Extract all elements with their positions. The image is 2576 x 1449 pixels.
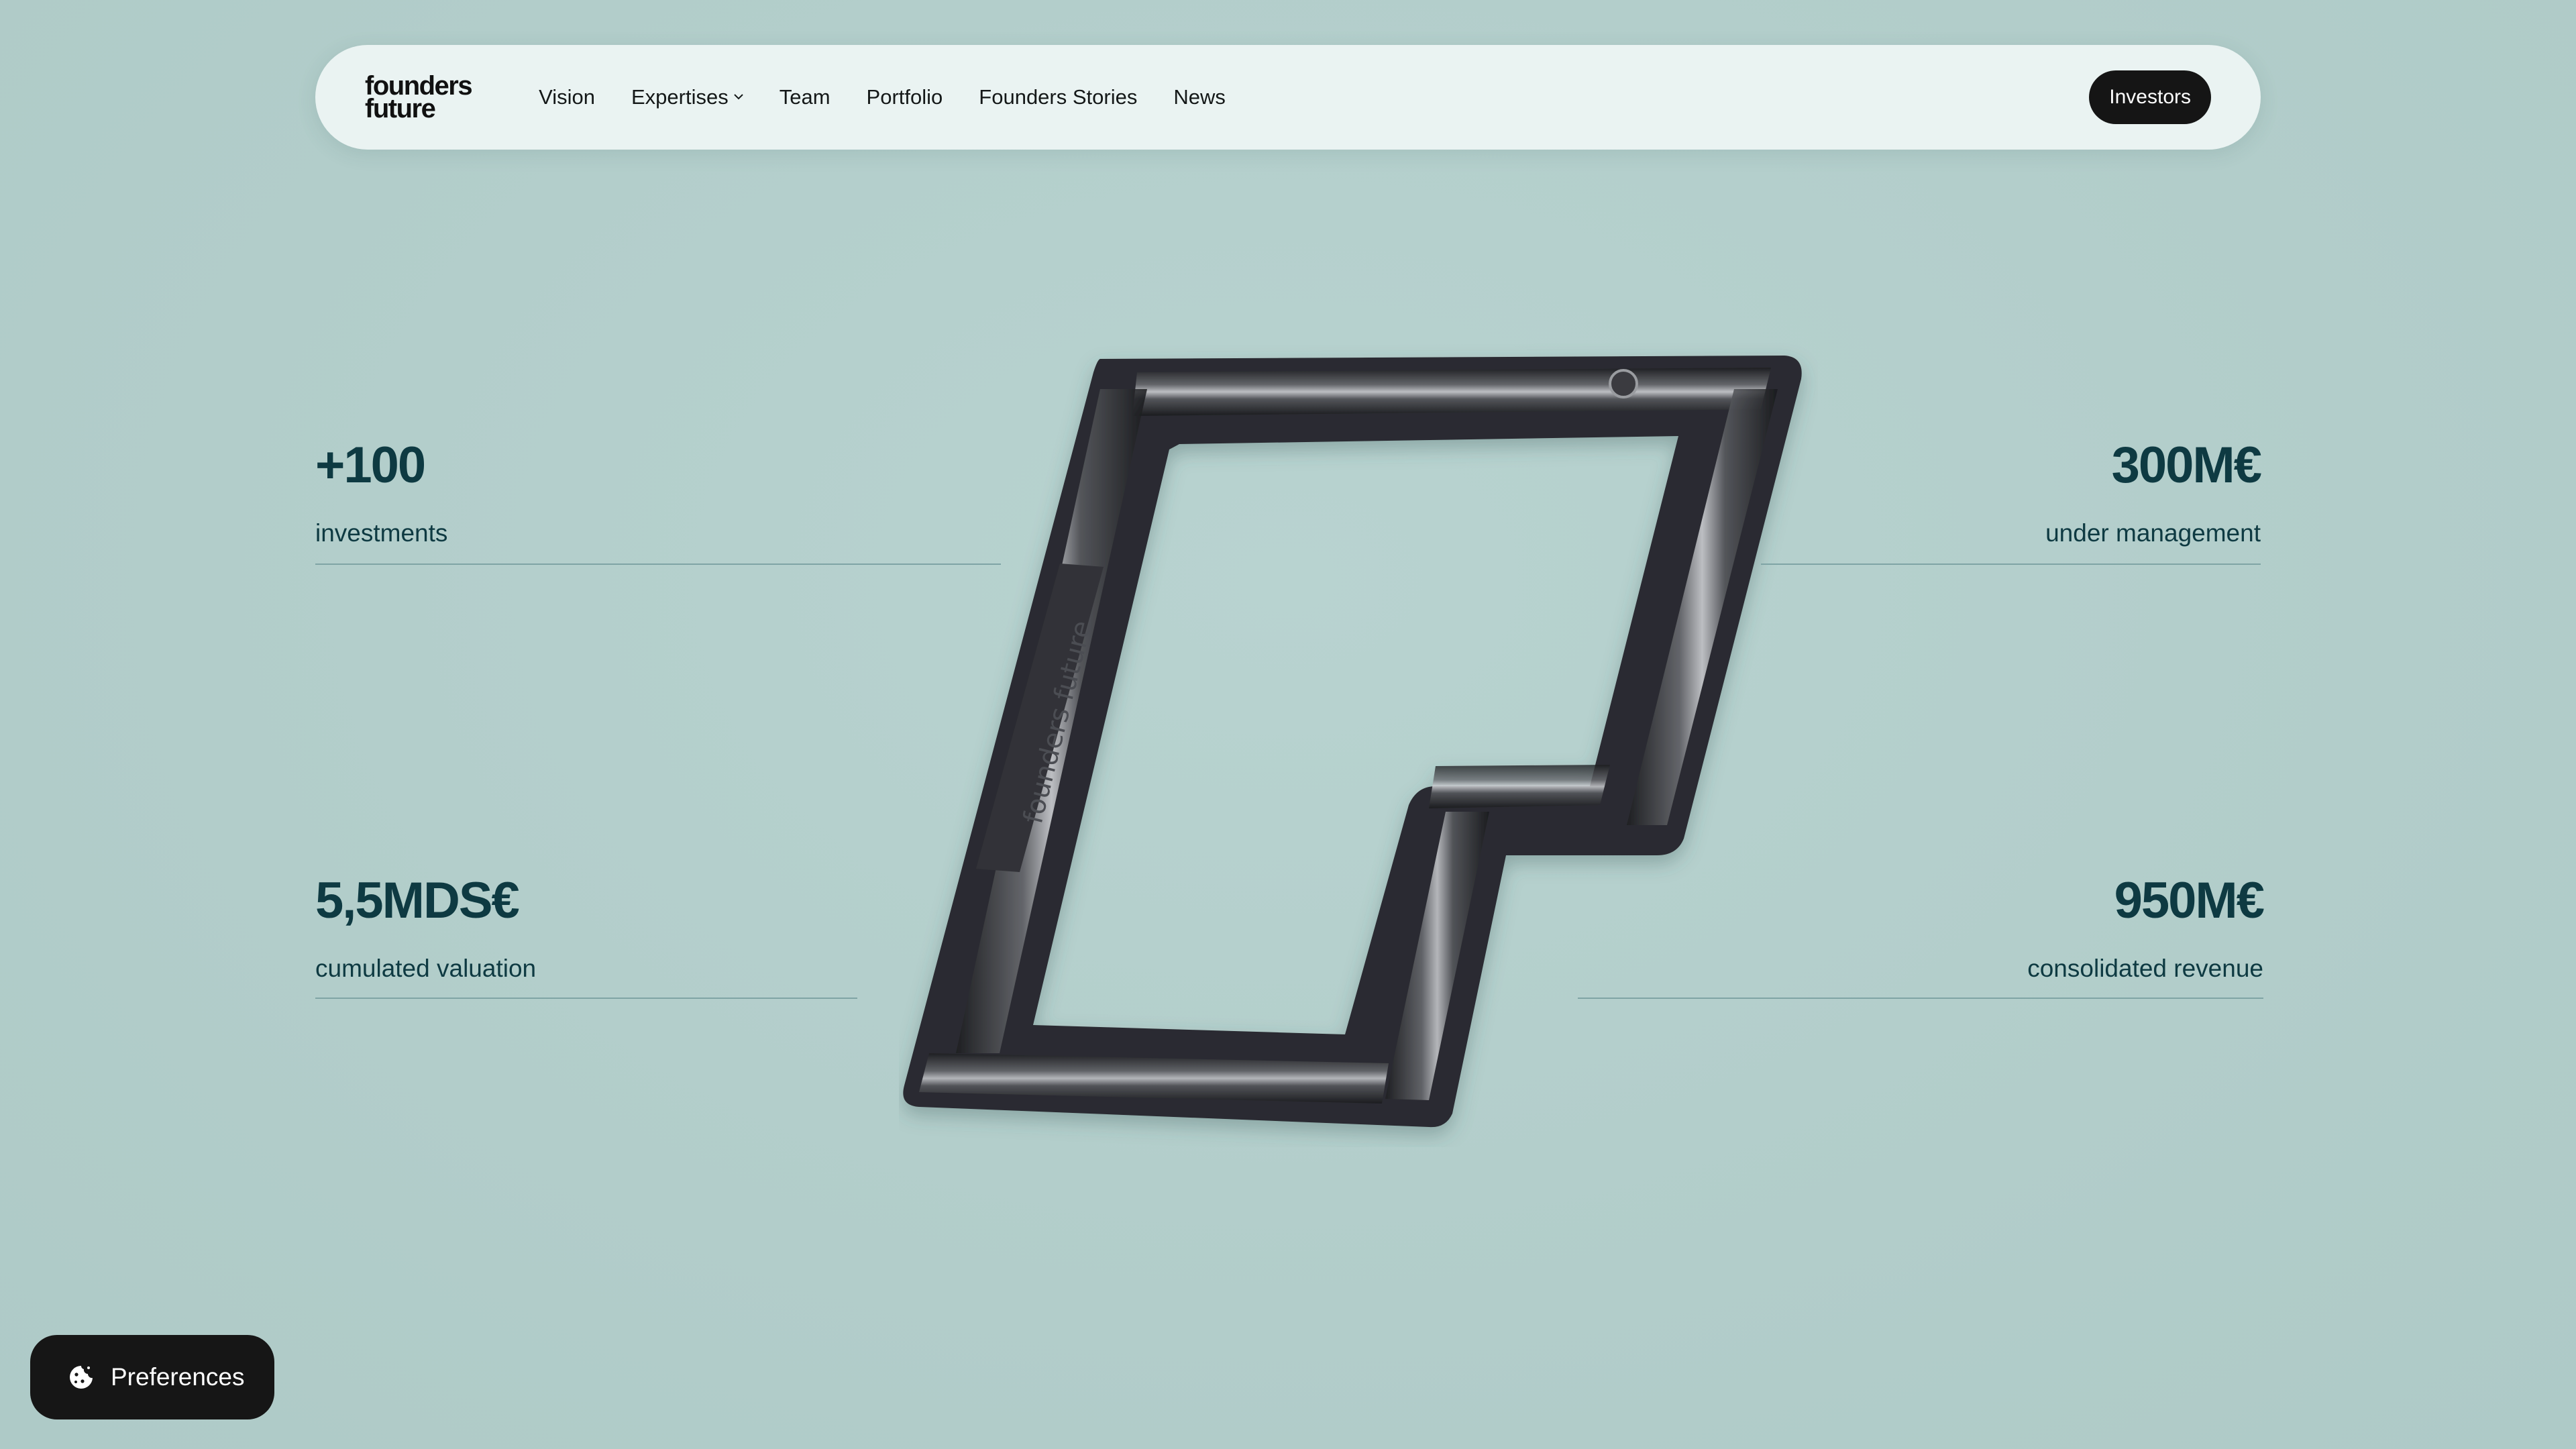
investors-button[interactable]: Investors	[2089, 70, 2211, 124]
stat-divider	[315, 564, 1001, 565]
stat-divider	[1578, 998, 2263, 999]
stat-consolidated-revenue: 950M€ consolidated revenue	[1578, 872, 2265, 999]
nav-menu: Vision Expertises Team Portfolio Founder…	[539, 85, 1226, 109]
preferences-button[interactable]: Preferences	[30, 1335, 274, 1419]
stat-label: investments	[315, 519, 448, 547]
nav-item-team[interactable]: Team	[780, 85, 830, 109]
nav-item-founders-stories[interactable]: Founders Stories	[979, 85, 1137, 109]
stat-under-management: 300M€ under management	[1761, 437, 2262, 565]
preferences-label: Preferences	[111, 1363, 245, 1391]
nav-item-label: Expertises	[631, 85, 729, 109]
logo[interactable]: founders future	[365, 72, 473, 123]
nav-item-vision[interactable]: Vision	[539, 85, 595, 109]
top-navbar: founders future Vision Expertises Team P…	[315, 45, 2261, 150]
stat-divider	[315, 998, 857, 999]
nav-item-label: Portfolio	[866, 85, 943, 109]
nav-item-news[interactable]: News	[1173, 85, 1226, 109]
nav-item-expertises[interactable]: Expertises	[631, 85, 743, 109]
stat-cumulated-valuation: 5,5MDS€ cumulated valuation	[315, 872, 857, 999]
stat-label: cumulated valuation	[315, 955, 537, 982]
nav-item-label: News	[1173, 85, 1226, 109]
nav-item-portfolio[interactable]: Portfolio	[867, 85, 943, 109]
nav-item-label: Vision	[539, 85, 595, 109]
carabiner-logo-3d: founders future	[903, 356, 1802, 1128]
chevron-down-icon	[734, 89, 743, 103]
stat-value: 300M€	[2111, 437, 2262, 494]
stat-label: consolidated revenue	[2027, 955, 2263, 982]
page: founders future Vision Expertises Team P…	[0, 0, 2576, 1449]
stat-divider	[1761, 564, 2261, 565]
nav-item-label: Founders Stories	[979, 85, 1138, 109]
stat-value: +100	[315, 437, 426, 494]
stat-value: 5,5MDS€	[315, 872, 520, 929]
logo-line-2: future	[365, 94, 436, 123]
nav-item-label: Team	[779, 85, 830, 109]
cookie-icon	[70, 1366, 93, 1389]
stat-value: 950M€	[2114, 872, 2265, 929]
stat-investments: +100 investments	[315, 437, 1001, 565]
stat-label: under management	[2045, 519, 2261, 547]
